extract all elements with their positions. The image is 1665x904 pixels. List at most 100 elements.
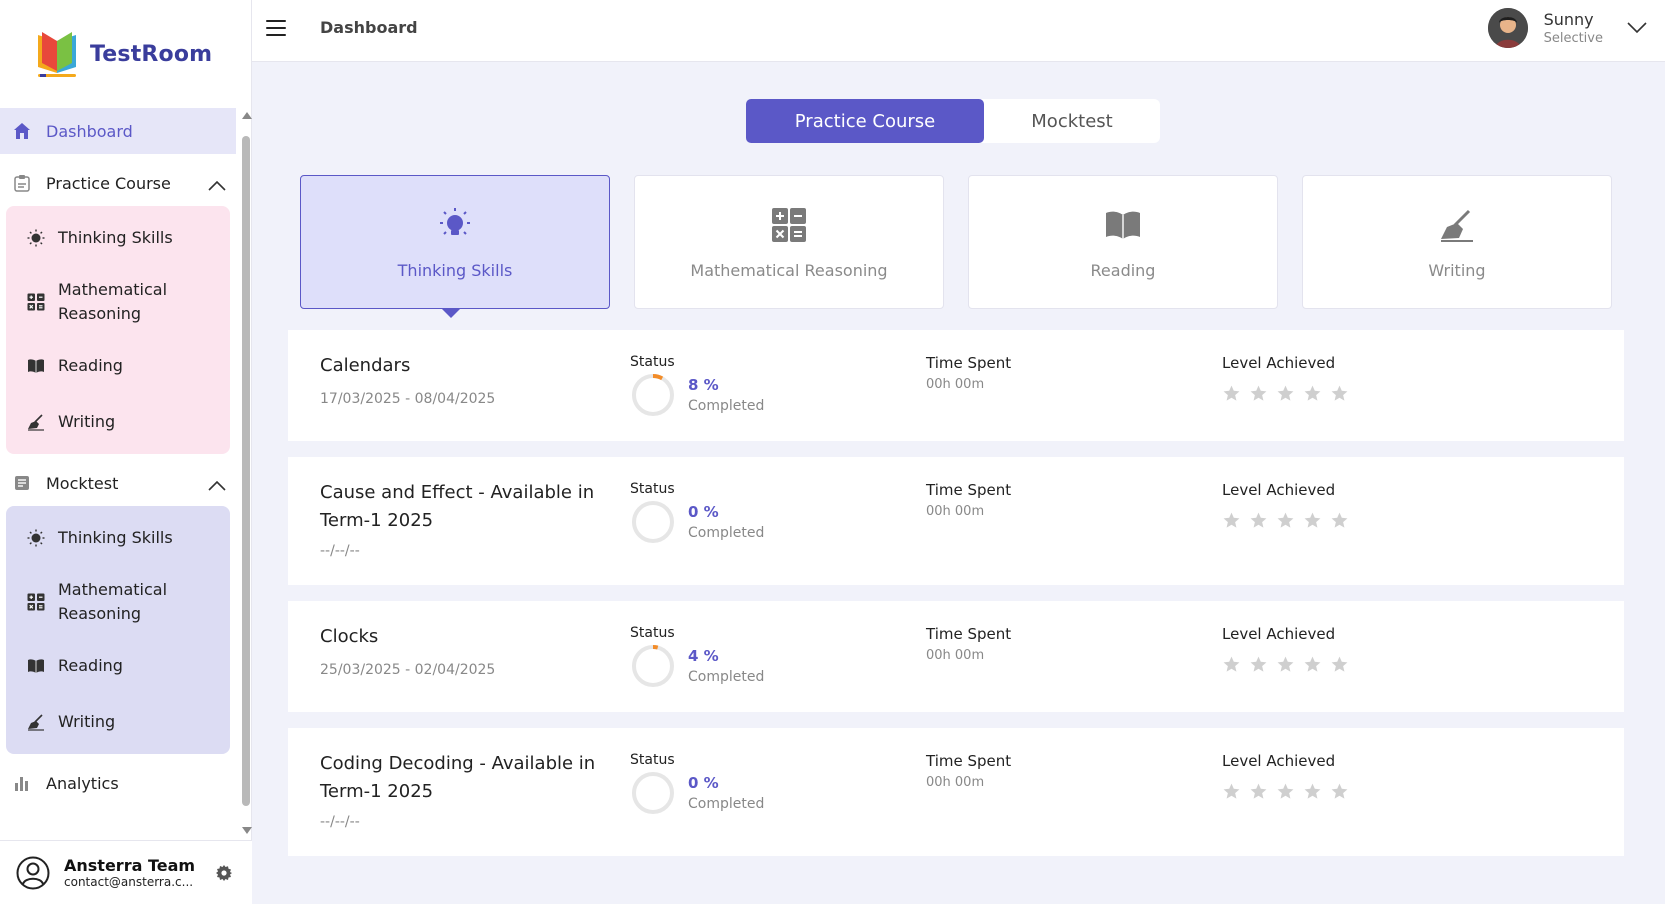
sidebar-item-label: Mathematical Reasoning: [58, 280, 168, 323]
course-row[interactable]: Coding Decoding - Available in Term-1 20…: [288, 728, 1624, 856]
user-outline-icon: [16, 856, 50, 889]
scroll-up-arrow-icon[interactable]: [242, 112, 252, 119]
sidebar-footer: Ansterra Team contact@ansterra.c...: [0, 840, 252, 904]
sidebar-item-practice-writing[interactable]: Writing: [6, 394, 230, 450]
app-logo[interactable]: TestRoom: [0, 0, 251, 108]
tab-mocktest[interactable]: Mocktest: [984, 99, 1160, 143]
tab-practice-course[interactable]: Practice Course: [746, 99, 984, 143]
sidebar-item-mocktest-writing[interactable]: Writing: [6, 694, 230, 750]
subject-card-label: Thinking Skills: [397, 260, 513, 280]
time-spent-label: Time Spent: [926, 354, 1012, 372]
star-icon: [1222, 655, 1241, 674]
active-pointer: [441, 308, 461, 318]
status-label: Status: [630, 625, 675, 641]
writing-hand-icon: [26, 412, 46, 432]
level-achieved-label: Level Achieved: [1222, 481, 1336, 499]
star-icon: [1330, 384, 1349, 403]
top-header: Dashboard Sunny Selective: [252, 0, 1665, 62]
star-rating: [1222, 782, 1349, 801]
course-date: 25/03/2025 - 02/04/2025: [320, 662, 496, 678]
level-achieved-label: Level Achieved: [1222, 625, 1336, 643]
completed-label: Completed: [688, 796, 765, 812]
user-menu[interactable]: Sunny Selective: [1487, 8, 1647, 48]
test-sheet-icon: [12, 473, 32, 493]
subject-card-reading[interactable]: Reading: [968, 175, 1278, 309]
star-icon: [1303, 655, 1322, 674]
chevron-up-icon[interactable]: [208, 176, 226, 195]
user-name: Sunny: [1543, 10, 1594, 29]
sidebar-item-practice-thinking-skills[interactable]: Thinking Skills: [6, 210, 230, 266]
progress-ring-track: [632, 374, 674, 416]
course-row[interactable]: Clocks 25/03/2025 - 02/04/2025 Status 4 …: [288, 601, 1624, 712]
time-spent-label: Time Spent: [926, 752, 1012, 770]
home-icon: [12, 121, 32, 141]
progress-percent: 0 %: [688, 503, 719, 521]
scrollbar-thumb[interactable]: [242, 136, 250, 806]
sidebar-item-practice-mathematical-reasoning[interactable]: Mathematical Reasoning: [6, 266, 230, 338]
completed-label: Completed: [688, 669, 765, 685]
star-icon: [1330, 782, 1349, 801]
subject-card-writing[interactable]: Writing: [1302, 175, 1612, 309]
sidebar-item-analytics[interactable]: Analytics: [0, 760, 240, 806]
sidebar-item-label: Dashboard: [46, 121, 133, 141]
progress-percent: 4 %: [688, 647, 719, 665]
sidebar-item-mocktest-reading[interactable]: Reading: [6, 638, 230, 694]
page-title: Dashboard: [320, 18, 418, 37]
time-spent-value: 00h 00m: [926, 504, 985, 519]
star-icon: [1249, 782, 1268, 801]
course-row[interactable]: Calendars 17/03/2025 - 08/04/2025 Status…: [288, 330, 1624, 441]
chevron-down-icon[interactable]: [1627, 19, 1647, 38]
main-content: Practice Course Mocktest Thinking Skills…: [252, 62, 1665, 904]
book-logo-icon: [38, 32, 76, 77]
subject-card-mathematical-reasoning[interactable]: Mathematical Reasoning: [634, 175, 944, 309]
sidebar-item-label: Practice Course: [46, 173, 171, 193]
sidebar-item-label: Analytics: [46, 773, 119, 793]
star-icon: [1330, 655, 1349, 674]
calculator-icon: [769, 205, 809, 245]
course-title: Calendars: [320, 355, 411, 376]
chevron-up-icon[interactable]: [208, 476, 226, 495]
book-icon: [26, 356, 46, 376]
course-type-tabs: Practice Course Mocktest: [746, 99, 1160, 143]
star-icon: [1249, 655, 1268, 674]
bar-chart-icon: [12, 773, 32, 793]
scroll-down-arrow-icon[interactable]: [242, 827, 252, 834]
progress-ring: [632, 645, 674, 687]
sidebar-item-mocktest[interactable]: Mocktest: [0, 460, 240, 506]
subject-card-thinking-skills[interactable]: Thinking Skills: [300, 175, 610, 318]
hamburger-menu-icon[interactable]: [266, 20, 286, 36]
sidebar-item-practice-course[interactable]: Practice Course: [0, 160, 240, 206]
time-spent-label: Time Spent: [926, 481, 1012, 499]
course-title: Clocks: [320, 626, 379, 647]
star-rating: [1222, 511, 1349, 530]
star-rating: [1222, 655, 1349, 674]
sidebar-item-practice-reading[interactable]: Reading: [6, 338, 230, 394]
progress-ring: [632, 772, 674, 814]
writing-hand-icon: [1437, 205, 1477, 245]
course-row[interactable]: Cause and Effect - Available in Term-1 2…: [288, 457, 1624, 585]
progress-ring: [632, 501, 674, 543]
lightbulb-icon: [435, 205, 475, 245]
gear-icon[interactable]: [216, 865, 232, 885]
calculator-icon: [26, 592, 46, 612]
sidebar-item-mocktest-mathematical-reasoning[interactable]: Mathematical Reasoning: [6, 566, 230, 638]
progress-ring-track: [632, 501, 674, 543]
sidebar-item-label: Writing: [58, 712, 116, 731]
mocktest-submenu: Thinking Skills Mathematical Reasoning R…: [6, 506, 230, 754]
sidebar-item-mocktest-thinking-skills[interactable]: Thinking Skills: [6, 510, 230, 566]
star-icon: [1276, 655, 1295, 674]
avatar[interactable]: [1487, 8, 1528, 48]
writing-hand-icon: [26, 712, 46, 732]
level-achieved-label: Level Achieved: [1222, 354, 1336, 372]
progress-percent: 0 %: [688, 774, 719, 792]
account-info: Ansterra Team contact@ansterra.c...: [64, 856, 204, 889]
lightbulb-icon: [26, 228, 46, 248]
sidebar-item-label: Thinking Skills: [58, 228, 173, 247]
sidebar-scrollbar[interactable]: [240, 108, 252, 838]
sidebar-item-dashboard[interactable]: Dashboard: [0, 108, 236, 154]
sidebar-item-label: Thinking Skills: [58, 528, 173, 547]
sidebar-item-label: Reading: [58, 656, 123, 675]
star-icon: [1303, 782, 1322, 801]
user-meta: Sunny Selective: [1544, 10, 1603, 46]
status-label: Status: [630, 752, 675, 768]
